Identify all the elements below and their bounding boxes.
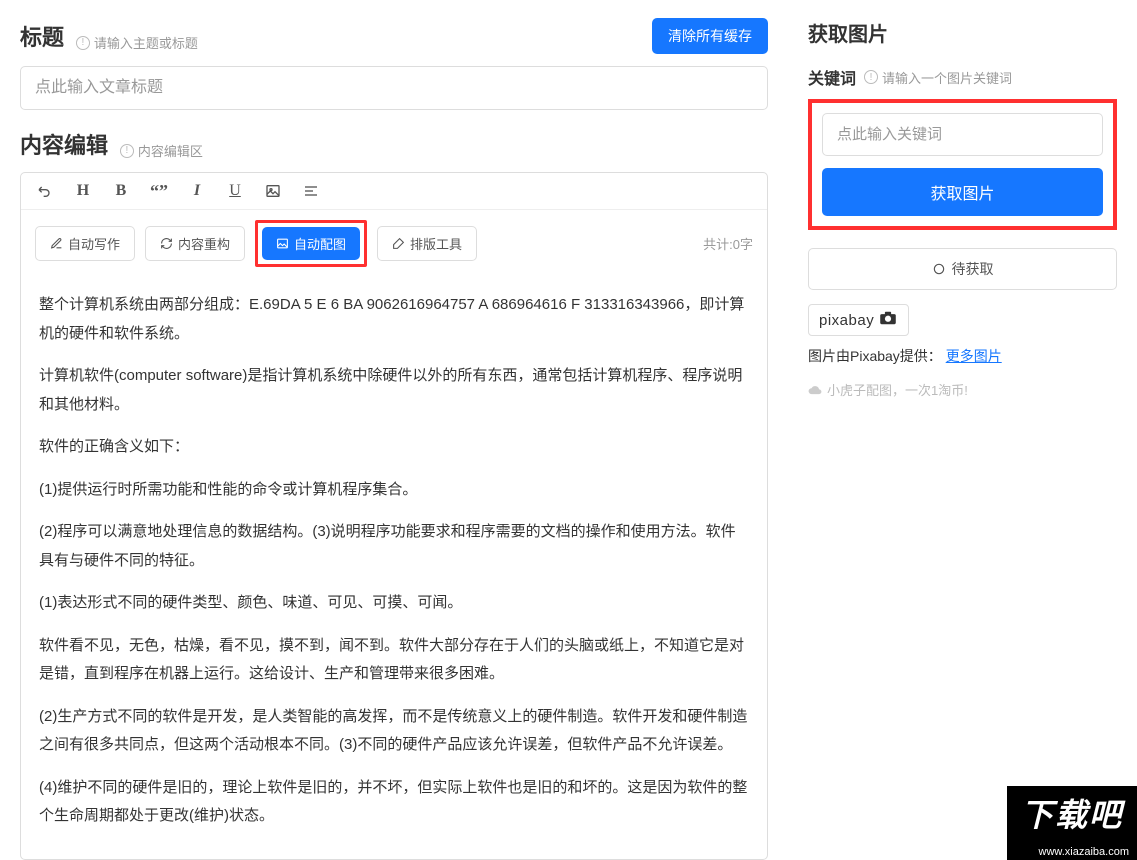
- content-area[interactable]: 整个计算机系统由两部分组成：E.69DA 5 E 6 BA 9062616964…: [21, 277, 767, 859]
- title-hint: ! 请输入主题或标题: [76, 33, 198, 52]
- quote-icon[interactable]: “”: [149, 181, 169, 201]
- bold-icon[interactable]: B: [111, 181, 131, 201]
- heading-icon[interactable]: H: [73, 181, 93, 201]
- paragraph: 整个计算机系统由两部分组成：E.69DA 5 E 6 BA 9062616964…: [39, 291, 749, 348]
- watermark-sub: www.xiazaiba.com: [1007, 844, 1137, 860]
- content-label: 内容编辑: [20, 133, 108, 158]
- footer-note: 小虎子配图，一次1淘币!: [808, 380, 1117, 399]
- editor-box: H B “” I U 自动写作: [20, 172, 768, 860]
- keyword-label: 关键词: [808, 65, 856, 89]
- content-hint: ! 内容编辑区: [120, 141, 203, 160]
- keyword-label-row: 关键词 ! 请输入一个图片关键词: [808, 65, 1117, 89]
- image-source: 图片由Pixabay提供： 更多图片: [808, 346, 1117, 366]
- circle-icon: [932, 262, 946, 276]
- info-icon: !: [120, 144, 134, 158]
- watermark: 下载吧 www.xiazaiba.com: [1007, 786, 1137, 860]
- more-images-link[interactable]: 更多图片: [946, 348, 1002, 364]
- image-icon[interactable]: [263, 181, 283, 201]
- highlight-keyword-box: 获取图片: [808, 99, 1117, 230]
- title-input[interactable]: [20, 66, 768, 110]
- left-panel: 标题 ! 请输入主题或标题 清除所有缓存 内容编辑 ! 内容编辑区: [0, 0, 788, 860]
- keyword-hint: ! 请输入一个图片关键词: [864, 68, 1012, 87]
- auto-write-button[interactable]: 自动写作: [35, 226, 135, 261]
- info-icon: !: [76, 36, 90, 50]
- paragraph: 计算机软件(computer software)是指计算机系统中除硬件以外的所有…: [39, 362, 749, 419]
- title-header: 标题 ! 请输入主题或标题 清除所有缓存: [20, 18, 768, 54]
- action-toolbar: 自动写作 内容重构 自动配图 排版工具: [21, 210, 767, 277]
- cloud-icon: [808, 383, 822, 397]
- paragraph: (2)生产方式不同的软件是开发，是人类智能的高发挥，而不是传统意义上的硬件制造。…: [39, 703, 749, 760]
- title-label: 标题: [20, 25, 64, 50]
- align-icon[interactable]: [301, 181, 321, 201]
- paragraph: (1)表达形式不同的硬件类型、颜色、味道、可见、可摸、可闻。: [39, 589, 749, 618]
- highlight-auto-image: 自动配图: [255, 220, 367, 267]
- paragraph: (2)程序可以满意地处理信息的数据结构。(3)说明程序功能要求和程序需要的文档的…: [39, 518, 749, 575]
- paragraph: 软件看不见，无色，枯燥，看不见，摸不到，闻不到。软件大部分存在于人们的头脑或纸上…: [39, 632, 749, 689]
- content-restructure-button[interactable]: 内容重构: [145, 226, 245, 261]
- info-icon: !: [864, 70, 878, 84]
- get-image-title: 获取图片: [808, 18, 1117, 47]
- watermark-main: 下载吧: [1007, 786, 1137, 844]
- word-count: 共计:0字: [703, 234, 753, 253]
- format-toolbar: H B “” I U: [21, 173, 767, 210]
- right-panel: 获取图片 关键词 ! 请输入一个图片关键词 获取图片 待获取 pixabay 图…: [788, 0, 1137, 860]
- paragraph: (1)提供运行时所需功能和性能的命令或计算机程序集合。: [39, 476, 749, 505]
- content-header: 内容编辑 ! 内容编辑区: [20, 128, 768, 160]
- pending-button[interactable]: 待获取: [808, 248, 1117, 290]
- pixabay-badge: pixabay: [808, 304, 909, 336]
- paragraph: 软件的正确含义如下：: [39, 433, 749, 462]
- keyword-input[interactable]: [822, 113, 1103, 156]
- auto-image-button[interactable]: 自动配图: [262, 227, 360, 260]
- undo-icon[interactable]: [35, 181, 55, 201]
- italic-icon[interactable]: I: [187, 181, 207, 201]
- paragraph: (4)维护不同的硬件是旧的，理论上软件是旧的，并不坏，但实际上软件也是旧的和坏的…: [39, 774, 749, 831]
- layout-tools-button[interactable]: 排版工具: [377, 226, 477, 261]
- get-image-button[interactable]: 获取图片: [822, 168, 1103, 216]
- clear-cache-button[interactable]: 清除所有缓存: [652, 18, 768, 54]
- underline-icon[interactable]: U: [225, 181, 245, 201]
- camera-icon: [878, 311, 898, 329]
